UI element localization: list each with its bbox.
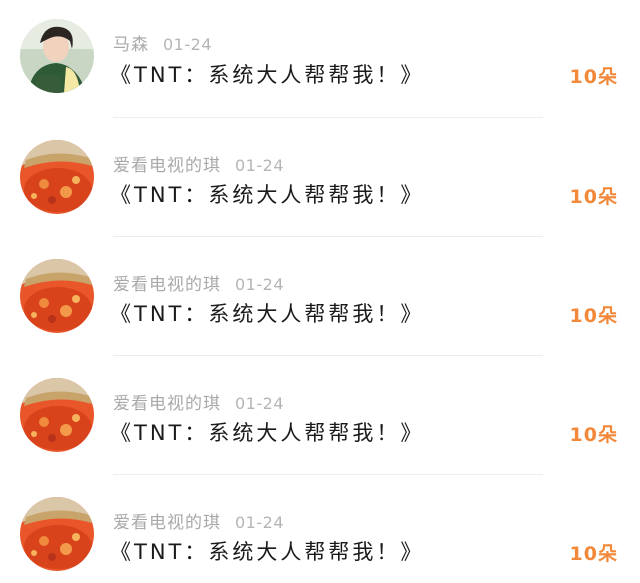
list-item[interactable]: 爱看电视的琪 01-24 《TNT：系统大人帮帮我！》 10朵	[0, 119, 640, 238]
food-photo-icon	[20, 259, 94, 333]
flower-count: 10朵	[569, 305, 618, 327]
list-item[interactable]: 爱看电视的琪 01-24 《TNT：系统大人帮帮我！》 10朵	[0, 476, 640, 583]
flower-count: 10朵	[569, 424, 618, 446]
divider	[113, 117, 543, 118]
avatar[interactable]	[20, 19, 94, 93]
gift-record-list: 马森 01-24 《TNT：系统大人帮帮我！》 10朵 爱看电视的琪 01-24 《…	[0, 0, 640, 583]
list-item[interactable]: 爱看电视的琪 01-24 《TNT：系统大人帮帮我！》 10朵	[0, 238, 640, 357]
date: 01-24	[235, 156, 284, 175]
item-meta: 爱看电视的琪 01-24	[113, 270, 284, 295]
book-title[interactable]: 《TNT：系统大人帮帮我！》	[110, 179, 424, 209]
username[interactable]: 马森	[113, 35, 149, 55]
avatar[interactable]	[20, 259, 94, 333]
list-item[interactable]: 爱看电视的琪 01-24 《TNT：系统大人帮帮我！》 10朵	[0, 357, 640, 476]
date: 01-24	[235, 394, 284, 413]
flower-count: 10朵	[569, 186, 618, 208]
item-meta: 爱看电视的琪 01-24	[113, 508, 284, 533]
book-title[interactable]: 《TNT：系统大人帮帮我！》	[110, 298, 424, 328]
item-meta: 爱看电视的琪 01-24	[113, 151, 284, 176]
book-title[interactable]: 《TNT：系统大人帮帮我！》	[110, 536, 424, 566]
date: 01-24	[235, 513, 284, 532]
username[interactable]: 爱看电视的琪	[113, 275, 221, 295]
list-item[interactable]: 马森 01-24 《TNT：系统大人帮帮我！》 10朵	[0, 0, 640, 119]
flower-count: 10朵	[569, 66, 618, 88]
divider	[113, 236, 543, 237]
item-meta: 马森 01-24	[113, 30, 212, 55]
avatar[interactable]	[20, 497, 94, 571]
book-title[interactable]: 《TNT：系统大人帮帮我！》	[110, 59, 424, 89]
item-meta: 爱看电视的琪 01-24	[113, 389, 284, 414]
avatar[interactable]	[20, 140, 94, 214]
username[interactable]: 爱看电视的琪	[113, 394, 221, 414]
flower-count: 10朵	[569, 543, 618, 565]
username[interactable]: 爱看电视的琪	[113, 156, 221, 176]
date: 01-24	[235, 275, 284, 294]
date: 01-24	[163, 35, 212, 54]
username[interactable]: 爱看电视的琪	[113, 513, 221, 533]
food-photo-icon	[20, 140, 94, 214]
book-title[interactable]: 《TNT：系统大人帮帮我！》	[110, 417, 424, 447]
divider	[113, 474, 543, 475]
divider	[113, 355, 543, 356]
avatar[interactable]	[20, 378, 94, 452]
food-photo-icon	[20, 497, 94, 571]
person-photo-icon	[20, 19, 94, 93]
food-photo-icon	[20, 378, 94, 452]
